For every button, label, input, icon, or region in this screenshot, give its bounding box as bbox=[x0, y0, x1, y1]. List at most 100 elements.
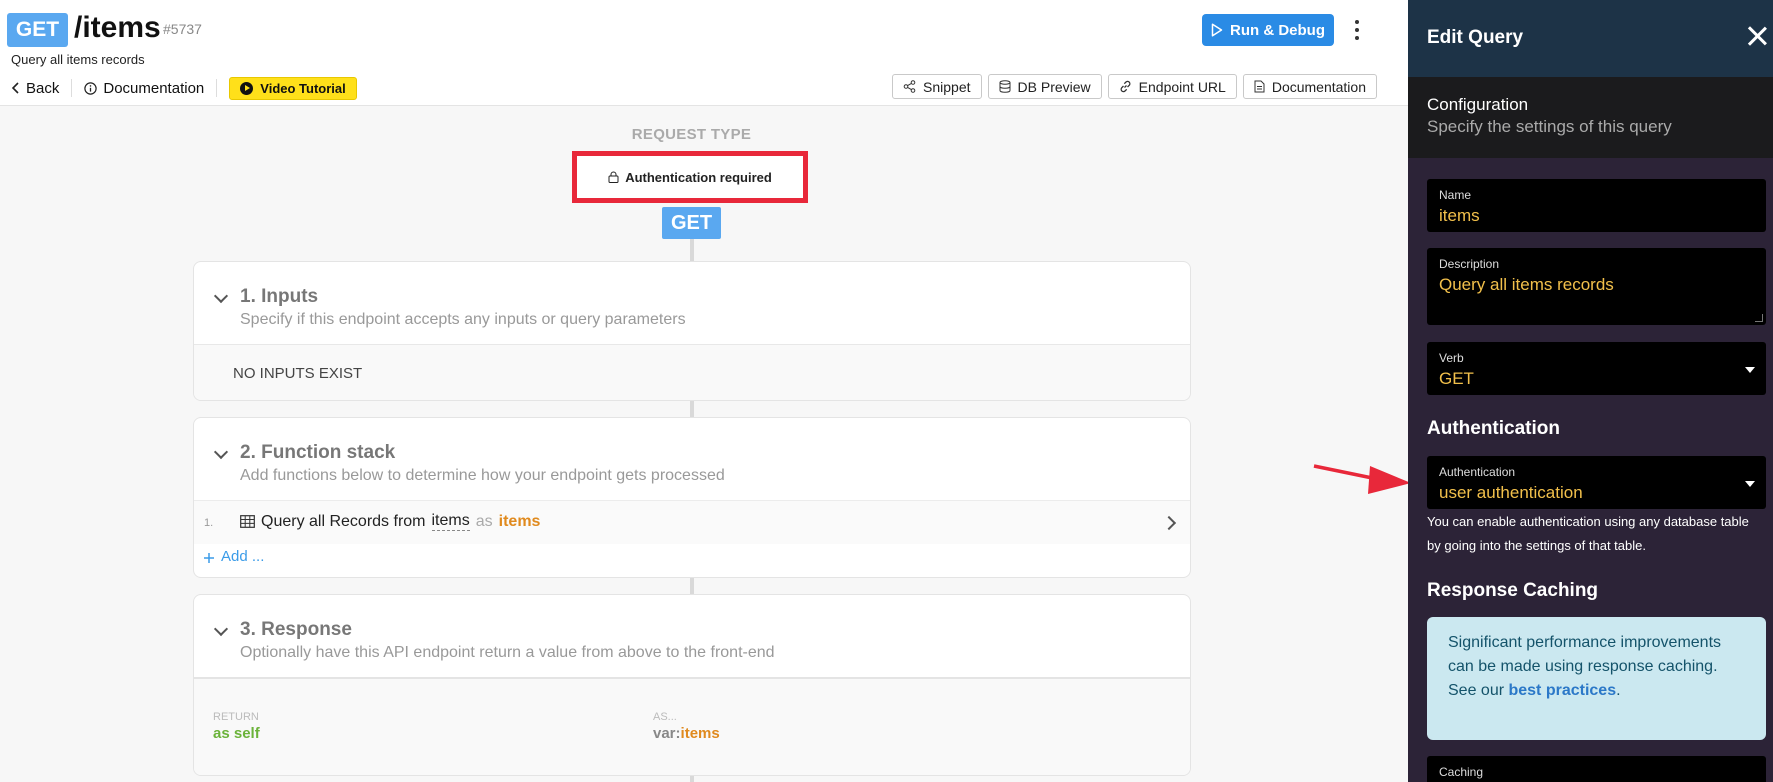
function-as: as bbox=[475, 512, 493, 530]
configuration-subtitle: Specify the settings of this query bbox=[1427, 117, 1672, 136]
share-icon bbox=[903, 80, 916, 93]
caret-down-icon bbox=[1745, 481, 1755, 487]
panel-title: Edit Query bbox=[1427, 27, 1524, 48]
function-table-link[interactable]: items bbox=[431, 512, 470, 531]
verb-badge: GET bbox=[7, 13, 68, 47]
function-stack-header[interactable]: 2. Function stack Add functions below to… bbox=[194, 418, 1190, 500]
verb-select-label: Verb bbox=[1439, 351, 1464, 365]
endpoint-id: #5737 bbox=[163, 21, 202, 37]
plus-icon bbox=[204, 553, 214, 563]
inputs-title: 1. Inputs bbox=[240, 286, 319, 307]
name-field-value: items bbox=[1439, 206, 1480, 225]
run-debug-button[interactable]: Run & Debug bbox=[1202, 14, 1334, 46]
authentication-required-badge[interactable]: Authentication required bbox=[572, 151, 808, 203]
snippet-label: Snippet bbox=[923, 78, 971, 95]
documentation-link[interactable]: Documentation bbox=[84, 80, 204, 97]
resize-handle[interactable] bbox=[1755, 314, 1763, 322]
authentication-heading: Authentication bbox=[1427, 418, 1560, 439]
video-tutorial-button[interactable]: Video Tutorial bbox=[229, 76, 357, 100]
connector-line bbox=[690, 239, 694, 261]
back-link[interactable]: Back bbox=[11, 80, 59, 97]
authentication-help: You can enable authentication using any … bbox=[1427, 514, 1749, 553]
request-verb-badge[interactable]: GET bbox=[662, 207, 721, 239]
response-header[interactable]: 3. Response Optionally have this API end… bbox=[194, 595, 1190, 677]
play-outline-icon bbox=[1211, 23, 1223, 37]
connector-line bbox=[690, 401, 694, 417]
description-field-label: Description bbox=[1439, 257, 1500, 271]
run-debug-label: Run & Debug bbox=[1230, 21, 1325, 39]
request-type-label: REQUEST TYPE bbox=[631, 126, 752, 143]
nav-row: Back Documentation Video Tutorial bbox=[11, 76, 357, 100]
inputs-card: 1. Inputs Specify if this endpoint accep… bbox=[193, 261, 1191, 401]
db-preview-label: DB Preview bbox=[1017, 78, 1091, 95]
configuration-header: Configuration Specify the settings of th… bbox=[1408, 77, 1773, 158]
connector-line bbox=[690, 578, 694, 594]
authentication-select-label: Authentication bbox=[1439, 465, 1516, 479]
back-label: Back bbox=[26, 79, 60, 97]
best-practices-link[interactable]: best practices bbox=[1508, 682, 1616, 699]
connector-line bbox=[690, 776, 694, 782]
add-function-label: Add ... bbox=[221, 548, 265, 565]
db-preview-button[interactable]: DB Preview bbox=[987, 74, 1102, 99]
authentication-required-label: Authentication required bbox=[625, 169, 772, 185]
return-value: as self bbox=[213, 725, 260, 742]
as-var: items bbox=[680, 725, 720, 742]
response-title: 3. Response bbox=[240, 619, 352, 640]
play-icon bbox=[240, 81, 254, 95]
return-label: RETURN bbox=[213, 711, 259, 723]
documentation-button[interactable]: Documentation bbox=[1242, 74, 1377, 99]
chevron-down-icon bbox=[213, 621, 229, 637]
snippet-button[interactable]: Snippet bbox=[892, 74, 982, 99]
caching-info-end: . bbox=[1616, 682, 1621, 699]
configuration-title: Configuration bbox=[1427, 95, 1529, 114]
response-body[interactable]: RETURN as self AS... var:items bbox=[194, 677, 1190, 775]
info-icon bbox=[84, 81, 98, 95]
chevron-left-icon bbox=[11, 82, 19, 94]
description-field-value: Query all items records bbox=[1439, 275, 1614, 294]
annotation-arrow bbox=[1313, 464, 1411, 494]
function-stack-card: 2. Function stack Add functions below to… bbox=[193, 417, 1191, 578]
function-text: Query all Records from bbox=[261, 512, 426, 530]
function-var: items bbox=[498, 512, 541, 530]
function-description: Query all Records from items as items bbox=[240, 512, 540, 531]
inputs-header[interactable]: 1. Inputs Specify if this endpoint accep… bbox=[194, 262, 1190, 344]
description-field[interactable]: Description Query all items records bbox=[1427, 248, 1766, 325]
endpoint-url-label: Endpoint URL bbox=[1138, 78, 1226, 95]
chevron-right-icon[interactable] bbox=[1161, 515, 1177, 531]
link-icon bbox=[1120, 80, 1131, 93]
lock-icon bbox=[608, 171, 619, 183]
endpoint-url-button[interactable]: Endpoint URL bbox=[1107, 74, 1237, 99]
document-icon bbox=[1254, 80, 1265, 93]
add-function-button[interactable]: Add ... bbox=[194, 544, 1190, 574]
endpoint-description: Query all items records bbox=[11, 52, 145, 67]
endpoint-name: /items bbox=[74, 11, 161, 44]
caching-field-label: Caching bbox=[1439, 765, 1484, 779]
chevron-down-icon bbox=[213, 444, 229, 460]
function-stack-subtitle: Add functions below to determine how you… bbox=[240, 467, 725, 484]
more-options-icon[interactable] bbox=[1348, 18, 1366, 42]
chevron-down-icon bbox=[213, 288, 229, 304]
table-icon bbox=[240, 515, 255, 528]
name-field[interactable]: Name items bbox=[1427, 179, 1766, 232]
function-item[interactable]: 1. Query all Records from items as items bbox=[194, 500, 1190, 544]
close-icon[interactable] bbox=[1747, 26, 1767, 46]
top-bar: GET /items #5737 Query all items records… bbox=[0, 0, 1408, 106]
video-tutorial-label: Video Tutorial bbox=[260, 80, 346, 96]
caret-down-icon bbox=[1745, 367, 1755, 373]
database-icon bbox=[999, 80, 1011, 93]
documentation-label: Documentation bbox=[103, 79, 205, 97]
as-value: var:items bbox=[653, 725, 720, 742]
authentication-select-value: user authentication bbox=[1439, 483, 1583, 502]
authentication-select[interactable]: Authentication user authentication bbox=[1427, 456, 1766, 509]
main-area: GET /items #5737 Query all items records… bbox=[0, 0, 1408, 782]
divider bbox=[216, 79, 218, 97]
no-inputs-message: NO INPUTS EXIST bbox=[194, 344, 1190, 400]
function-stack-title: 2. Function stack bbox=[240, 442, 396, 463]
edit-query-panel: Edit Query Configuration Specify the set… bbox=[1408, 0, 1773, 782]
response-subtitle: Optionally have this API endpoint return… bbox=[240, 644, 775, 661]
inputs-subtitle: Specify if this endpoint accepts any inp… bbox=[240, 311, 686, 328]
verb-select[interactable]: Verb GET bbox=[1427, 342, 1766, 395]
caching-field[interactable]: Caching bbox=[1427, 756, 1766, 782]
as-label: AS... bbox=[653, 711, 677, 723]
response-caching-heading: Response Caching bbox=[1427, 580, 1599, 601]
